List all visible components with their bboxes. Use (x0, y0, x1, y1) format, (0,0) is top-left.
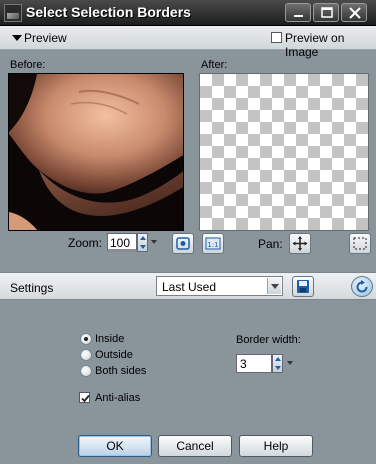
border-width-input[interactable]: 3 (236, 354, 272, 373)
settings-preset-value: Last Used (162, 280, 217, 294)
before-preview[interactable] (8, 73, 184, 231)
close-icon (349, 7, 361, 19)
anti-alias-checkbox[interactable] (79, 392, 90, 403)
before-preview-image (9, 74, 183, 230)
preview-header: Preview Preview on Image (0, 26, 376, 59)
actual-size-button[interactable]: 1:1 (202, 233, 224, 254)
expand-triangle-icon[interactable] (12, 35, 22, 41)
zoom-fit-icon (176, 237, 190, 250)
reset-button[interactable] (351, 276, 373, 297)
app-icon (4, 4, 22, 22)
chevron-down-icon[interactable] (267, 278, 281, 294)
border-width-label: Border width: (236, 334, 301, 346)
before-label: Before: (10, 59, 46, 71)
checkmark-icon (81, 394, 90, 403)
window-title: Select Selection Borders (26, 4, 191, 20)
radio-outside[interactable] (80, 349, 92, 361)
radio-inside-label[interactable]: Inside (95, 333, 124, 345)
help-button[interactable]: Help (239, 435, 313, 457)
minimize-button[interactable] (285, 3, 311, 22)
preview-on-image-label[interactable]: Preview on Image (285, 31, 376, 59)
after-label: After: (201, 59, 228, 71)
preview-on-image-checkbox[interactable] (271, 32, 282, 43)
actual-size-icon: 1:1 (205, 237, 221, 250)
zoom-dropdown-icon[interactable] (151, 240, 157, 244)
after-preview[interactable] (199, 73, 369, 231)
cancel-button[interactable]: Cancel (158, 435, 232, 457)
selection-marquee-icon (353, 237, 367, 250)
radio-inside[interactable] (80, 333, 92, 345)
radio-outside-label[interactable]: Outside (95, 349, 133, 361)
pan-icon (292, 236, 308, 251)
svg-text:1:1: 1:1 (207, 241, 218, 249)
zoom-label: Zoom: (68, 236, 103, 250)
zoom-spinner[interactable] (137, 233, 148, 252)
border-width-spinner[interactable] (272, 354, 283, 373)
minimize-icon (294, 15, 303, 17)
maximize-button[interactable] (313, 3, 339, 22)
save-preset-button[interactable] (292, 276, 314, 297)
reset-icon (356, 280, 368, 293)
select-area-button[interactable] (349, 233, 371, 254)
save-preset-icon (297, 280, 309, 293)
anti-alias-label[interactable]: Anti-alias (95, 392, 140, 404)
settings-label: Settings (10, 281, 54, 295)
pan-label: Pan: (258, 237, 283, 251)
preview-toggle-label[interactable]: Preview (24, 31, 67, 45)
radio-both-sides[interactable] (80, 365, 92, 377)
ok-button[interactable]: OK (78, 435, 152, 457)
zoom-fit-button[interactable] (172, 233, 194, 254)
pan-button[interactable] (289, 233, 311, 254)
close-button[interactable] (341, 3, 367, 22)
title-bar[interactable]: Select Selection Borders (0, 0, 376, 26)
radio-both-sides-label[interactable]: Both sides (95, 365, 146, 377)
settings-preset-select[interactable]: Last Used (156, 276, 283, 296)
zoom-input[interactable]: 100 (107, 233, 137, 252)
border-width-dropdown-icon[interactable] (287, 361, 293, 365)
maximize-icon (321, 7, 333, 18)
